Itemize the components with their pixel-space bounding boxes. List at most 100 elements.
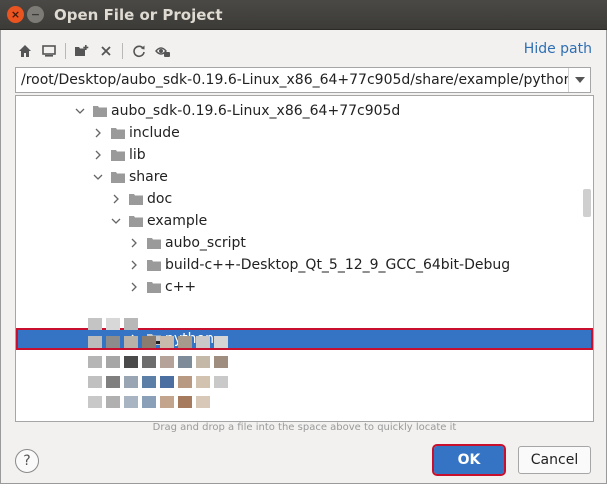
folder-icon — [93, 105, 107, 117]
toolbar-separator — [122, 43, 123, 59]
tree-row[interactable]: aubo_script — [16, 232, 593, 254]
blur-block — [106, 376, 120, 388]
folder-icon — [129, 193, 143, 205]
desktop-button[interactable] — [39, 41, 59, 61]
tree-row-label: c++ — [165, 279, 197, 295]
refresh-button[interactable] — [129, 41, 149, 61]
blur-block — [214, 376, 228, 388]
path-input[interactable]: /root/Desktop/aubo_sdk-0.19.6-Linux_x86_… — [16, 72, 568, 88]
blur-block — [160, 396, 174, 408]
file-tree[interactable]: aubo_sdk-0.19.6-Linux_x86_64+77c905d inc… — [15, 95, 594, 422]
tree-row[interactable]: lib — [16, 144, 593, 166]
ok-button[interactable]: OK — [432, 444, 506, 476]
home-icon — [19, 45, 31, 57]
blur-block — [160, 376, 174, 388]
new-folder-icon — [75, 45, 89, 56]
tree-row[interactable]: share — [16, 166, 593, 188]
tree-row-label: aubo_sdk-0.19.6-Linux_x86_64+77c905d — [111, 103, 401, 119]
open-file-dialog: Hide path /root/Desktop/aubo_sdk-0.19.6-… — [0, 30, 607, 484]
blur-block — [88, 396, 102, 408]
refresh-icon — [133, 45, 145, 58]
blur-block — [160, 356, 174, 368]
path-combobox[interactable]: /root/Desktop/aubo_sdk-0.19.6-Linux_x86_… — [15, 67, 591, 93]
tree-row-label: include — [129, 125, 180, 141]
chevron-right-icon[interactable] — [129, 238, 139, 248]
chevron-down-icon[interactable] — [75, 106, 85, 116]
tree-row[interactable]: example — [16, 210, 593, 232]
blur-block — [106, 396, 120, 408]
drag-drop-hint: Drag and drop a file into the space abov… — [152, 422, 457, 433]
tree-row-label: lib — [129, 147, 146, 163]
blur-block — [178, 356, 192, 368]
window-title: Open File or Project — [54, 6, 223, 24]
blur-block — [142, 356, 156, 368]
blur-block — [88, 376, 102, 388]
hide-path-link[interactable]: Hide path — [524, 41, 592, 57]
delete-button[interactable] — [96, 41, 116, 61]
show-hidden-icon — [155, 47, 170, 57]
blur-block — [214, 336, 228, 348]
chevron-right-icon[interactable] — [93, 128, 103, 138]
tree-row[interactable]: aubo_sdk-0.19.6-Linux_x86_64+77c905d — [16, 100, 593, 122]
blur-block — [160, 336, 174, 348]
show-hidden-button[interactable] — [153, 41, 173, 61]
folder-icon — [111, 149, 125, 161]
folder-icon — [111, 127, 125, 139]
tree-row-label: aubo_script — [165, 235, 246, 251]
tree-row[interactable]: doc — [16, 188, 593, 210]
folder-icon — [147, 237, 161, 249]
tree-row[interactable]: build-c++-Desktop_Qt_5_12_9_GCC_64bit-De… — [16, 254, 593, 276]
home-button[interactable] — [15, 41, 35, 61]
folder-icon — [147, 281, 161, 293]
blur-block — [196, 356, 210, 368]
chevron-right-icon[interactable] — [93, 150, 103, 160]
chevron-down-icon — [574, 77, 585, 83]
minimize-window-button[interactable]: − — [27, 6, 44, 23]
blur-block — [214, 356, 228, 368]
vertical-scrollbar[interactable] — [583, 189, 591, 217]
title-bar: × − Open File or Project — [0, 0, 607, 30]
close-window-button[interactable]: × — [7, 6, 24, 23]
tree-row[interactable]: c++ — [16, 276, 593, 298]
toolbar-separator — [65, 43, 66, 59]
chevron-right-icon[interactable] — [129, 282, 139, 292]
chevron-down-icon[interactable] — [111, 216, 121, 226]
blur-block — [124, 318, 138, 330]
blur-block — [196, 376, 210, 388]
blur-block — [196, 336, 210, 348]
blur-block — [142, 376, 156, 388]
blur-block — [178, 396, 192, 408]
cancel-button[interactable]: Cancel — [518, 446, 591, 474]
blur-block — [124, 396, 138, 408]
tree-row-label: example — [147, 213, 208, 229]
help-button[interactable]: ? — [15, 449, 39, 473]
blur-block — [196, 396, 210, 408]
blur-block — [106, 318, 120, 330]
chevron-right-icon[interactable] — [129, 260, 139, 270]
blur-block — [124, 376, 138, 388]
blur-block — [142, 396, 156, 408]
delete-icon — [101, 46, 111, 56]
blur-block — [124, 336, 138, 348]
blur-block — [178, 336, 192, 348]
blur-block — [124, 356, 138, 368]
new-folder-button[interactable] — [72, 41, 92, 61]
tree-row-label: build-c++-Desktop_Qt_5_12_9_GCC_64bit-De… — [165, 257, 511, 273]
help-icon: ? — [23, 453, 31, 469]
desktop-icon — [42, 45, 56, 57]
chevron-down-icon[interactable] — [93, 172, 103, 182]
path-dropdown-button[interactable] — [568, 68, 590, 92]
blur-block — [142, 336, 156, 348]
obscured-tree-rows — [66, 314, 286, 418]
toolbar — [15, 40, 177, 62]
folder-icon — [129, 215, 143, 227]
blur-block — [88, 356, 102, 368]
blur-block — [88, 318, 102, 330]
blur-block — [178, 376, 192, 388]
blur-block — [88, 336, 102, 348]
folder-icon — [147, 259, 161, 271]
chevron-right-icon[interactable] — [111, 194, 121, 204]
tree-row-label: doc — [147, 191, 173, 207]
blur-block — [106, 336, 120, 348]
tree-row[interactable]: include — [16, 122, 593, 144]
